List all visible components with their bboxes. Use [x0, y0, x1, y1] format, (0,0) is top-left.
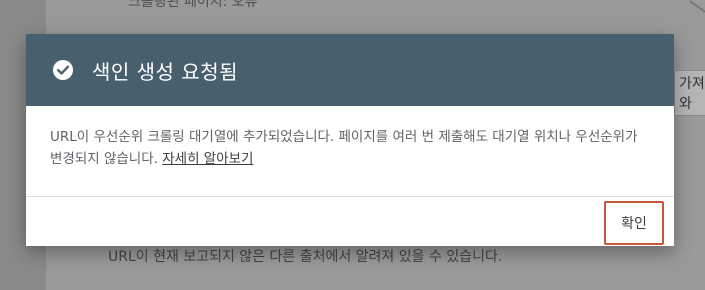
background-right-label: 가져와: [679, 76, 705, 112]
learn-more-link[interactable]: 자세히 알아보기: [162, 151, 253, 167]
background-top-text: 크롤링된 페이지: 오류: [128, 0, 258, 10]
dialog-header: 색인 생성 요청됨: [26, 34, 674, 106]
dialog-footer: 확인: [26, 197, 674, 248]
ok-button[interactable]: 확인: [604, 200, 664, 245]
background-bottom-text: URL이 현재 보고되지 않은 다른 출처에서 알려져 있을 수 있습니다.: [108, 249, 503, 265]
check-circle-icon: [52, 59, 74, 81]
dialog-message: URL이 우선순위 크롤링 대기열에 추가되었습니다. 페이지를 여러 번 제출…: [50, 129, 638, 167]
dialog-body: URL이 우선순위 크롤링 대기열에 추가되었습니다. 페이지를 여러 번 제출…: [26, 106, 674, 194]
indexing-requested-dialog: 색인 생성 요청됨 URL이 우선순위 크롤링 대기열에 추가되었습니다. 페이…: [26, 34, 674, 246]
dialog-title: 색인 생성 요청됨: [92, 59, 239, 84]
background-right-button: 가져와: [674, 70, 705, 116]
